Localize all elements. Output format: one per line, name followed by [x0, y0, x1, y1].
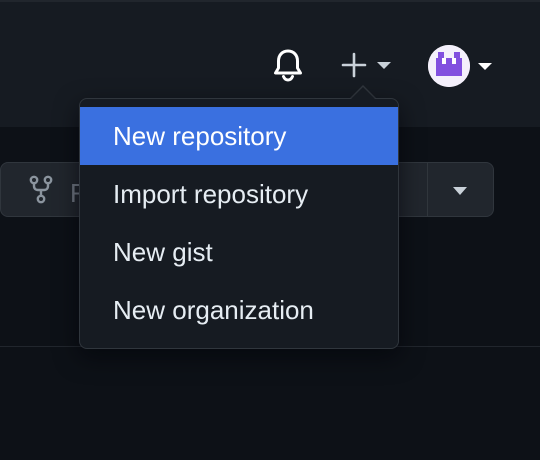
user-menu-button[interactable] — [428, 44, 500, 88]
avatar — [428, 45, 470, 87]
avatar-identicon — [428, 45, 470, 87]
menu-item-new-repository[interactable]: New repository — [80, 107, 398, 165]
create-new-button[interactable] — [340, 47, 404, 83]
menu-item-import-repository[interactable]: Import repository — [80, 165, 398, 223]
menu-pointer — [350, 87, 376, 100]
menu-item-new-organization[interactable]: New organization — [80, 281, 398, 339]
caret-down-icon — [478, 63, 492, 70]
fork-divider — [427, 163, 428, 216]
notifications-button[interactable] — [270, 47, 306, 83]
create-new-menu-list: New repository Import repository New gis… — [80, 107, 398, 339]
create-new-menu: New repository Import repository New gis… — [79, 98, 399, 349]
header-top-border — [0, 0, 540, 2]
bell-icon — [274, 49, 302, 82]
repo-forked-icon — [29, 175, 53, 204]
plus-icon — [341, 52, 367, 78]
github-page: F New repository Import repository New g… — [0, 0, 540, 460]
caret-down-icon — [377, 62, 391, 69]
caret-down-icon[interactable] — [451, 185, 469, 197]
menu-item-new-gist[interactable]: New gist — [80, 223, 398, 281]
